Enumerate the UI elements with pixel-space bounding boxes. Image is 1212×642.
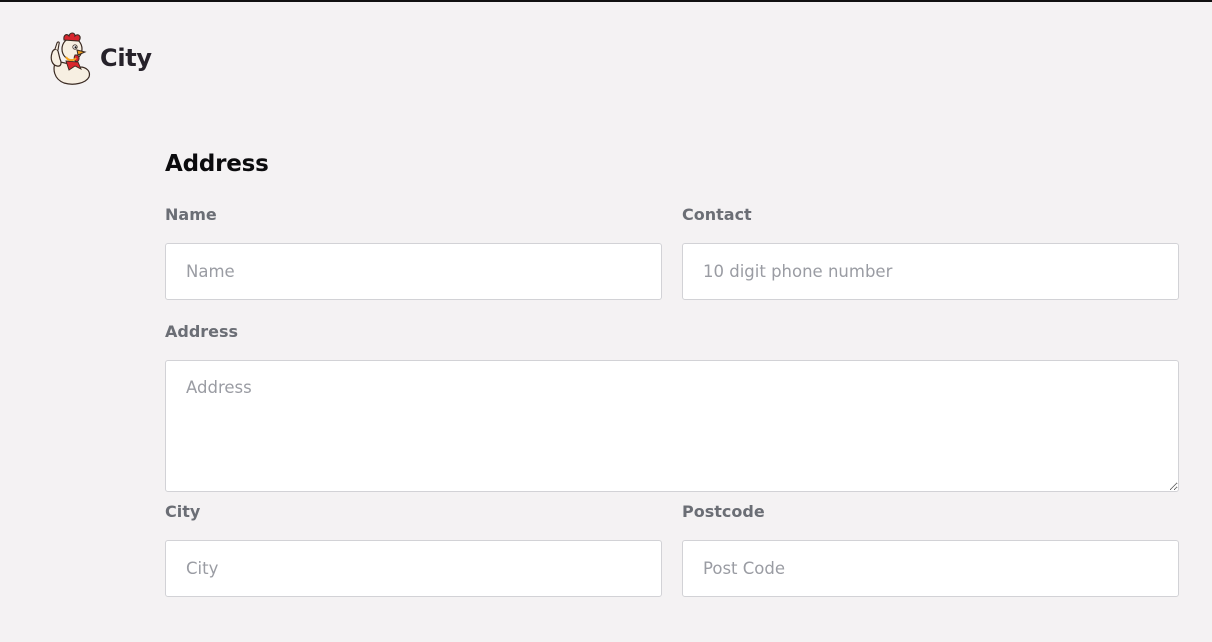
rooster-mascot-icon[interactable] xyxy=(48,31,92,85)
brand-name[interactable]: City xyxy=(100,44,152,72)
name-input[interactable] xyxy=(165,243,662,300)
contact-input[interactable] xyxy=(682,243,1179,300)
address-label: Address xyxy=(165,322,239,341)
address-textarea[interactable] xyxy=(165,360,1179,492)
app-header: City xyxy=(48,30,152,86)
postcode-input[interactable] xyxy=(682,540,1179,597)
name-label: Name xyxy=(165,205,217,224)
city-input[interactable] xyxy=(165,540,662,597)
postcode-label: Postcode xyxy=(682,502,765,521)
city-label: City xyxy=(165,502,201,521)
section-title: Address xyxy=(165,151,269,177)
contact-label: Contact xyxy=(682,205,752,224)
